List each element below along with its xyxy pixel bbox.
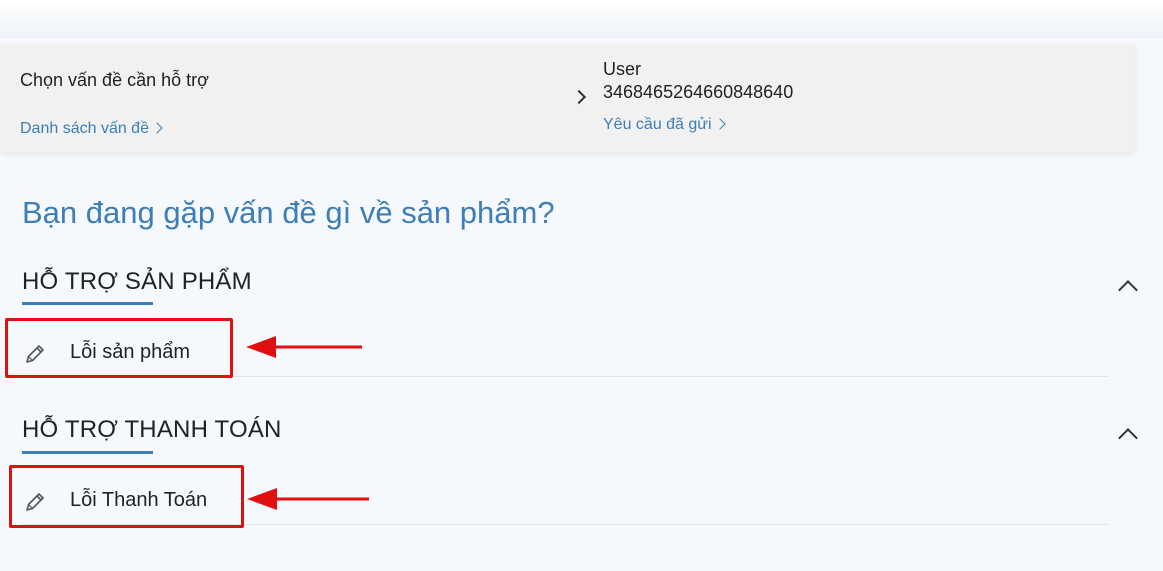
page-question: Bạn đang gặp vấn đề gì về sản phẩm?: [22, 195, 555, 230]
breadcrumb-separator-icon: [571, 89, 587, 105]
issue-list-label: Danh sách vấn đề: [20, 120, 149, 137]
chevron-right-icon: [151, 122, 163, 134]
user-label: User: [603, 59, 642, 79]
section-underline: [22, 302, 153, 305]
choose-issue-title: Chọn vấn đề cần hỗ trợ: [20, 70, 209, 90]
collapse-chevron-up-icon[interactable]: [1118, 428, 1138, 448]
annotation-arrow-icon: [246, 336, 362, 358]
issue-list-link[interactable]: Danh sách vấn đề: [20, 120, 163, 138]
chevron-right-icon: [713, 118, 726, 130]
annotation-arrow-icon: [247, 488, 369, 510]
annotation-highlight-box: [9, 465, 244, 528]
header-card: Chọn vấn đề cần hỗ trợ Danh sách vấn đề …: [0, 44, 1135, 152]
collapse-chevron-up-icon[interactable]: [1118, 280, 1138, 300]
section-title-product-support: HỖ TRỢ SẢN PHẨM: [22, 268, 252, 295]
sent-requests-link[interactable]: Yêu cầu đã gửi: [603, 116, 726, 134]
section-title-payment-support: HỖ TRỢ THANH TOÁN: [22, 416, 282, 443]
sent-requests-label: Yêu cầu đã gửi: [603, 116, 712, 133]
top-strip: [0, 0, 1163, 38]
section-underline: [22, 451, 153, 454]
user-id: 346846526466084864​0: [603, 82, 794, 102]
annotation-highlight-box: [5, 318, 233, 378]
